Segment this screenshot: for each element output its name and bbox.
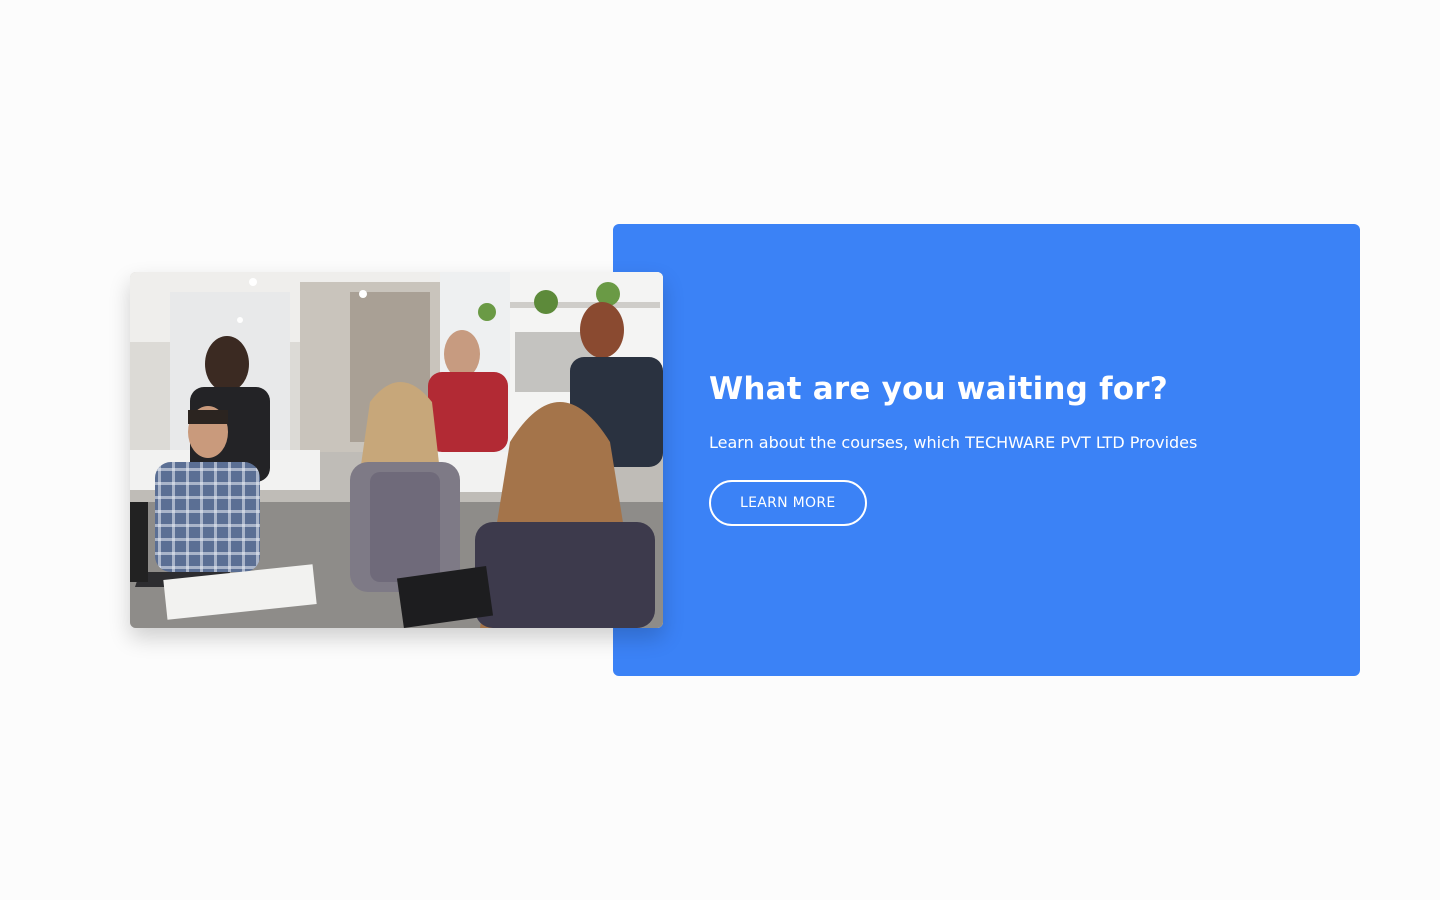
cta-section: What are you waiting for? Learn about th… <box>0 0 1440 900</box>
cta-subtitle: Learn about the courses, which TECHWARE … <box>709 433 1198 452</box>
team-meeting-photo <box>130 272 663 628</box>
photo-illustration <box>130 272 663 628</box>
learn-more-button[interactable]: LEARN MORE <box>709 480 867 526</box>
cta-content: What are you waiting for? Learn about th… <box>709 368 1329 526</box>
cta-title: What are you waiting for? <box>709 371 1168 407</box>
